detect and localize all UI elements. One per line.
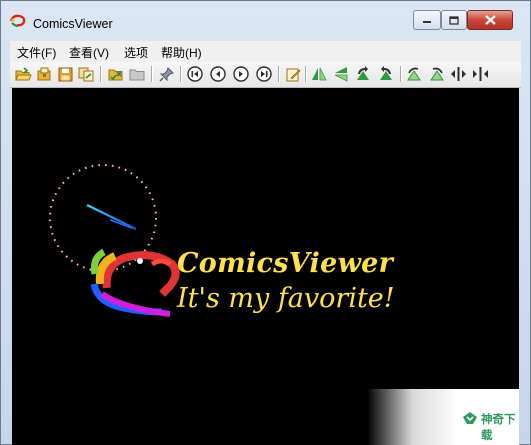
maximize-icon	[449, 15, 459, 25]
flip-vertical-icon	[334, 67, 348, 82]
close-icon	[484, 15, 496, 25]
flip-vertical-button[interactable]	[332, 65, 350, 83]
toolbar-separator	[151, 66, 153, 82]
minimize-icon	[423, 21, 431, 23]
open-folder-button[interactable]	[14, 65, 32, 83]
comic-viewer-canvas[interactable]: ComicsViewer It's my favorite! 神奇下载	[12, 88, 519, 445]
first-page-icon	[187, 66, 203, 82]
open-archive-button[interactable]	[35, 65, 53, 83]
rotate-left-icon	[356, 66, 369, 80]
next-page-icon	[233, 66, 249, 82]
zoom-in-icon	[406, 67, 421, 81]
watermark: 神奇下载	[367, 389, 519, 445]
toolbar-separator	[100, 66, 102, 82]
rotate-left-button[interactable]	[354, 65, 372, 83]
menu-view[interactable]: 查看(V)	[69, 44, 109, 61]
first-page-button[interactable]	[186, 65, 204, 83]
watermark-text: 神奇下载	[481, 412, 516, 442]
window-title: ComicsViewer	[33, 17, 113, 31]
flip-horizontal-icon	[312, 67, 327, 81]
copy-button[interactable]	[77, 65, 95, 83]
zoom-out-icon	[429, 67, 444, 81]
menu-options[interactable]: 选项	[124, 44, 148, 61]
edit-button[interactable]	[284, 65, 302, 83]
favorites-icon	[108, 69, 122, 80]
fit-height-button[interactable]	[471, 65, 489, 83]
previous-page-button[interactable]	[209, 65, 227, 83]
folder-button[interactable]	[128, 65, 146, 83]
splash-tagline: It's my favorite!	[177, 283, 395, 314]
folder-icon	[129, 69, 144, 80]
menu-file[interactable]: 文件(F)	[17, 44, 56, 61]
previous-page-icon	[210, 66, 226, 82]
toolbar-separator	[278, 66, 280, 82]
toolbar-separator	[180, 66, 182, 82]
open-folder-icon	[14, 66, 32, 80]
close-button[interactable]	[467, 10, 513, 30]
flip-horizontal-button[interactable]	[310, 65, 328, 83]
app-icon	[9, 14, 26, 27]
open-archive-icon	[37, 67, 50, 80]
menu-help[interactable]: 帮助(H)	[161, 44, 202, 61]
zoom-out-button[interactable]	[427, 65, 445, 83]
title-bar[interactable]: ComicsViewer	[1, 1, 530, 37]
last-page-icon	[256, 66, 272, 82]
edit-icon	[286, 68, 300, 81]
fit-height-icon	[472, 67, 488, 81]
copy-icon	[78, 67, 93, 81]
save-icon	[58, 67, 72, 81]
save-button[interactable]	[56, 65, 74, 83]
app-window: ComicsViewer 文件(F) 查看(V) 选项 帮助(H) Comics…	[0, 0, 531, 445]
toolbar	[10, 62, 521, 88]
watermark-logo-icon	[463, 412, 477, 424]
zoom-in-button[interactable]	[405, 65, 423, 83]
minimize-button[interactable]	[413, 10, 441, 30]
rainbow-swirl-icon	[90, 248, 180, 317]
menu-bar: 文件(F) 查看(V) 选项 帮助(H)	[10, 40, 521, 62]
rotate-right-icon	[379, 66, 392, 80]
next-page-button[interactable]	[232, 65, 250, 83]
toolbar-separator	[400, 66, 402, 82]
maximize-button[interactable]	[441, 10, 467, 30]
fit-width-icon	[450, 67, 466, 81]
rotate-right-button[interactable]	[376, 65, 394, 83]
favorites-button[interactable]	[106, 65, 124, 83]
pin-button[interactable]	[157, 65, 175, 83]
toolbar-separator	[305, 66, 307, 82]
splash-title: ComicsViewer	[177, 248, 394, 279]
last-page-button[interactable]	[255, 65, 273, 83]
pin-icon	[158, 66, 174, 82]
fit-width-button[interactable]	[449, 65, 467, 83]
